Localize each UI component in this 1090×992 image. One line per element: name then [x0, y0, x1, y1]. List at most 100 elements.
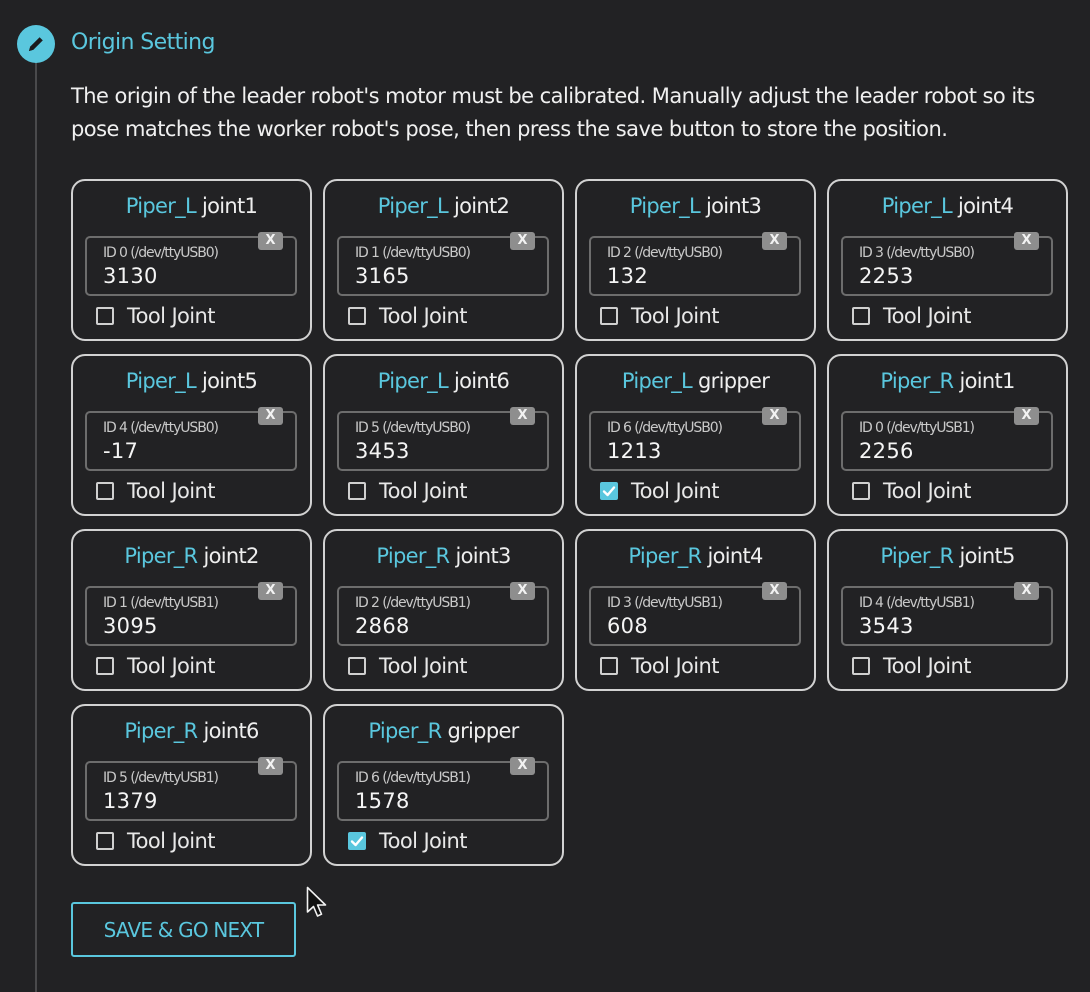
- joint-name: joint3: [455, 544, 511, 568]
- joint-title: Piper_L joint3: [577, 194, 814, 218]
- joint-position-value[interactable]: 1578: [355, 789, 410, 813]
- joint-position-value[interactable]: 1213: [607, 439, 662, 463]
- joint-position-value[interactable]: 132: [607, 264, 648, 288]
- clear-x-icon[interactable]: X: [762, 582, 787, 600]
- clear-x-icon[interactable]: X: [258, 757, 283, 775]
- clear-x-icon[interactable]: X: [258, 232, 283, 250]
- tool-joint-option[interactable]: Tool Joint: [348, 654, 467, 678]
- motor-id-label: ID 2 (/dev/ttyUSB0): [607, 245, 723, 261]
- tool-joint-checkbox[interactable]: [96, 832, 114, 850]
- motor-id-label: ID 4 (/dev/ttyUSB0): [103, 420, 219, 436]
- joint-value-field[interactable]: ID 3 (/dev/ttyUSB0) 2253 X: [841, 232, 1053, 296]
- tool-joint-checkbox[interactable]: [348, 307, 366, 325]
- tool-joint-label: Tool Joint: [631, 479, 719, 503]
- joint-name: joint1: [959, 369, 1015, 393]
- joint-value-field[interactable]: ID 2 (/dev/ttyUSB1) 2868 X: [337, 582, 549, 646]
- tool-joint-option[interactable]: Tool Joint: [852, 479, 971, 503]
- joint-position-value[interactable]: 3543: [859, 614, 914, 638]
- joint-value-field[interactable]: ID 2 (/dev/ttyUSB0) 132 X: [589, 232, 801, 296]
- clear-x-icon[interactable]: X: [258, 407, 283, 425]
- tool-joint-checkbox[interactable]: [348, 657, 366, 675]
- joint-name: joint3: [705, 194, 762, 218]
- joint-position-value[interactable]: 3453: [355, 439, 410, 463]
- joint-value-field[interactable]: ID 4 (/dev/ttyUSB0) -17 X: [85, 407, 297, 471]
- joint-value-field[interactable]: ID 0 (/dev/ttyUSB0) 3130 X: [85, 232, 297, 296]
- motor-id-label: ID 2 (/dev/ttyUSB1): [355, 595, 471, 611]
- clear-x-icon[interactable]: X: [1014, 407, 1039, 425]
- clear-x-icon[interactable]: X: [1014, 232, 1039, 250]
- tool-joint-checkbox[interactable]: [600, 307, 618, 325]
- clear-x-icon[interactable]: X: [1014, 582, 1039, 600]
- joint-position-value[interactable]: 3095: [103, 614, 158, 638]
- tool-joint-option[interactable]: Tool Joint: [348, 829, 467, 853]
- tool-joint-checkbox[interactable]: [96, 657, 114, 675]
- clear-x-icon[interactable]: X: [258, 582, 283, 600]
- tool-joint-checkbox[interactable]: [852, 482, 870, 500]
- joint-value-field[interactable]: ID 1 (/dev/ttyUSB1) 3095 X: [85, 582, 297, 646]
- joint-value-field[interactable]: ID 0 (/dev/ttyUSB1) 2256 X: [841, 407, 1053, 471]
- joint-position-value[interactable]: 2253: [859, 264, 914, 288]
- tool-joint-checkbox[interactable]: [96, 482, 114, 500]
- joint-name: joint5: [201, 369, 258, 393]
- joint-name: joint2: [203, 544, 259, 568]
- robot-name: Piper_L: [125, 194, 197, 218]
- joint-position-value[interactable]: 608: [607, 614, 648, 638]
- tool-joint-checkbox[interactable]: [348, 832, 366, 850]
- tool-joint-option[interactable]: Tool Joint: [852, 304, 971, 328]
- tool-joint-label: Tool Joint: [127, 304, 215, 328]
- tool-joint-label: Tool Joint: [883, 304, 971, 328]
- tool-joint-label: Tool Joint: [883, 479, 971, 503]
- save-and-go-next-button[interactable]: SAVE & GO NEXT: [71, 902, 296, 957]
- tool-joint-option[interactable]: Tool Joint: [600, 479, 719, 503]
- tool-joint-checkbox[interactable]: [96, 307, 114, 325]
- joint-value-field[interactable]: ID 4 (/dev/ttyUSB1) 3543 X: [841, 582, 1053, 646]
- joint-position-value[interactable]: 1379: [103, 789, 158, 813]
- tool-joint-label: Tool Joint: [379, 479, 467, 503]
- tool-joint-checkbox[interactable]: [600, 482, 618, 500]
- joint-position-value[interactable]: 3165: [355, 264, 410, 288]
- joint-position-value[interactable]: 3130: [103, 264, 158, 288]
- tool-joint-option[interactable]: Tool Joint: [96, 304, 215, 328]
- joint-value-field[interactable]: ID 6 (/dev/ttyUSB0) 1213 X: [589, 407, 801, 471]
- joint-value-field[interactable]: ID 5 (/dev/ttyUSB1) 1379 X: [85, 757, 297, 821]
- joint-card: Piper_L gripper ID 6 (/dev/ttyUSB0) 1213…: [575, 354, 816, 516]
- tool-joint-option[interactable]: Tool Joint: [96, 479, 215, 503]
- joint-value-field[interactable]: ID 3 (/dev/ttyUSB1) 608 X: [589, 582, 801, 646]
- mouse-cursor-icon: [306, 886, 327, 917]
- tool-joint-checkbox[interactable]: [852, 307, 870, 325]
- joint-title: Piper_L joint6: [325, 369, 562, 393]
- tool-joint-checkbox[interactable]: [852, 657, 870, 675]
- joint-value-field[interactable]: ID 1 (/dev/ttyUSB0) 3165 X: [337, 232, 549, 296]
- tool-joint-option[interactable]: Tool Joint: [348, 479, 467, 503]
- joint-position-value[interactable]: 2868: [355, 614, 410, 638]
- tool-joint-option[interactable]: Tool Joint: [96, 654, 215, 678]
- clear-x-icon[interactable]: X: [762, 407, 787, 425]
- clear-x-icon[interactable]: X: [510, 582, 535, 600]
- clear-x-icon[interactable]: X: [510, 232, 535, 250]
- tool-joint-label: Tool Joint: [883, 654, 971, 678]
- joint-value-field[interactable]: ID 6 (/dev/ttyUSB1) 1578 X: [337, 757, 549, 821]
- tool-joint-label: Tool Joint: [127, 654, 215, 678]
- tool-joint-option[interactable]: Tool Joint: [600, 304, 719, 328]
- tool-joint-label: Tool Joint: [127, 479, 215, 503]
- joint-position-value[interactable]: -17: [103, 439, 138, 463]
- tool-joint-option[interactable]: Tool Joint: [600, 654, 719, 678]
- clear-x-icon[interactable]: X: [510, 407, 535, 425]
- clear-x-icon[interactable]: X: [762, 232, 787, 250]
- motor-id-label: ID 0 (/dev/ttyUSB0): [103, 245, 219, 261]
- tool-joint-checkbox[interactable]: [348, 482, 366, 500]
- tool-joint-option[interactable]: Tool Joint: [96, 829, 215, 853]
- section-title: Origin Setting: [71, 30, 215, 55]
- tool-joint-checkbox[interactable]: [600, 657, 618, 675]
- tool-joint-option[interactable]: Tool Joint: [852, 654, 971, 678]
- clear-x-icon[interactable]: X: [510, 757, 535, 775]
- joint-card: Piper_L joint6 ID 5 (/dev/ttyUSB0) 3453 …: [323, 354, 564, 516]
- joint-title: Piper_R joint2: [73, 544, 310, 568]
- joint-title: Piper_L joint4: [829, 194, 1066, 218]
- tool-joint-label: Tool Joint: [379, 304, 467, 328]
- tool-joint-label: Tool Joint: [631, 304, 719, 328]
- tool-joint-option[interactable]: Tool Joint: [348, 304, 467, 328]
- joint-position-value[interactable]: 2256: [859, 439, 914, 463]
- joint-value-field[interactable]: ID 5 (/dev/ttyUSB0) 3453 X: [337, 407, 549, 471]
- joint-card: Piper_R joint6 ID 5 (/dev/ttyUSB1) 1379 …: [71, 704, 312, 866]
